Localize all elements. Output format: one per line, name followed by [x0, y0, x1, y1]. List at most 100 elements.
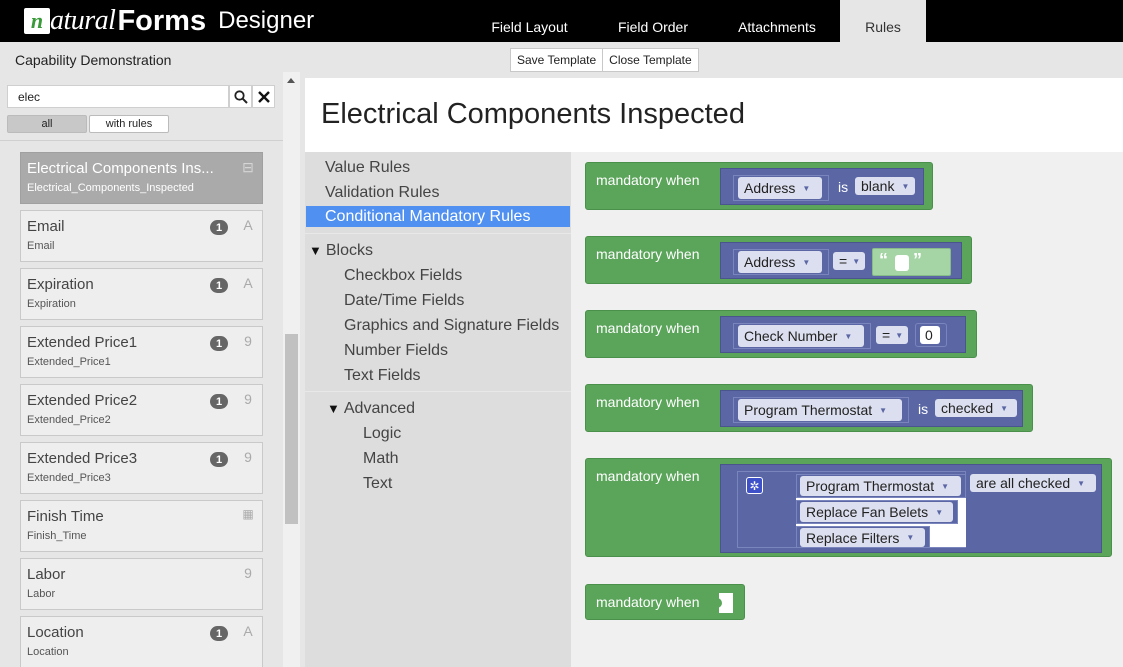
toolbox-blocks-category[interactable]: ▼ Blocks	[309, 242, 373, 260]
field-item-labor[interactable]: Labor Labor 9	[20, 558, 263, 610]
field-condition-block[interactable]: Program Thermostat ▼ is checked ▼	[720, 390, 1023, 427]
field-dropdown-value: Program Thermostat	[806, 478, 935, 494]
toolbox-conditional-mandatory-rules[interactable]: Conditional Mandatory Rules	[306, 206, 570, 227]
mandatory-when-block[interactable]: mandatory when Address ▼ = ▼ “ ”	[585, 236, 972, 284]
field-dropdown[interactable]: Replace Fan Belets ▼	[800, 502, 953, 522]
expand-triangle-icon: ▼	[309, 243, 322, 258]
field-dropdown-value: Address	[744, 180, 796, 196]
field-dropdown[interactable]: Replace Filters ▼	[800, 528, 925, 547]
close-template-button[interactable]: Close Template	[603, 48, 699, 72]
rule-count-badge: 1	[210, 394, 228, 409]
mandatory-when-block-empty[interactable]: mandatory when	[585, 584, 745, 620]
checkbox-group-icon: ⊟	[242, 159, 254, 175]
field-id: Email	[27, 240, 55, 252]
filter-all-button[interactable]: all	[7, 115, 87, 133]
field-selector-block[interactable]: Replace Fan Belets ▼	[796, 500, 958, 524]
scroll-up-arrow-icon[interactable]	[287, 78, 295, 83]
field-item-finish-time[interactable]: Finish Time Finish_Time ▦	[20, 500, 263, 552]
operator-dropdown-value: =	[839, 253, 848, 269]
field-selector-block[interactable]: Address ▼	[733, 249, 829, 275]
field-dropdown-value: Address	[744, 254, 796, 270]
toolbox-number-fields[interactable]: Number Fields	[344, 342, 448, 360]
field-list-block[interactable]: ✲ Program Thermostat ▼ Replace Fan Belets…	[737, 471, 966, 548]
compare-block[interactable]: Check Number ▼ = ▼ 0	[720, 316, 966, 353]
field-dropdown-value: Replace Filters	[806, 529, 900, 546]
text-value-block[interactable]: “ ”	[872, 248, 951, 276]
field-dropdown[interactable]: Address ▼	[738, 251, 822, 273]
gear-icon[interactable]: ✲	[746, 477, 763, 494]
field-dropdown-value: Replace Fan Belets	[806, 504, 929, 520]
number-value-block[interactable]: 0	[915, 323, 947, 347]
condition-dropdown[interactable]: blank ▼	[855, 177, 915, 195]
field-selector-block[interactable]: Check Number ▼	[733, 323, 871, 349]
text-value-input[interactable]	[895, 255, 909, 271]
field-id: Extended_Price3	[27, 472, 111, 484]
field-condition-block[interactable]: Address ▼ is blank ▼	[720, 168, 924, 205]
operator-label: is	[918, 401, 929, 417]
field-search-input[interactable]: elec	[7, 85, 229, 108]
mandatory-when-block[interactable]: mandatory when Address ▼ is blank ▼	[585, 162, 933, 210]
toolbox-checkbox-fields[interactable]: Checkbox Fields	[344, 267, 462, 285]
multi-field-condition-block[interactable]: ✲ Program Thermostat ▼ Replace Fan Belets…	[720, 464, 1102, 553]
toolbox-graphics-signature-fields[interactable]: Graphics and Signature Fields	[344, 317, 559, 335]
field-title: Finish Time	[27, 508, 104, 525]
mandatory-when-block[interactable]: mandatory when Program Thermostat ▼ is ch…	[585, 384, 1033, 432]
mandatory-when-label: mandatory when	[596, 594, 700, 610]
field-item-electrical-components[interactable]: Electrical Components Ins... Electrical_…	[20, 152, 263, 204]
field-dropdown[interactable]: Check Number ▼	[738, 325, 864, 347]
clear-search-button[interactable]	[252, 85, 275, 108]
condition-dropdown[interactable]: are all checked ▼	[970, 474, 1096, 492]
field-selector-block[interactable]: Replace Filters ▼	[796, 526, 930, 548]
dropdown-arrow-icon: ▼	[852, 256, 861, 266]
mandatory-when-label: mandatory when	[596, 246, 700, 262]
operator-dropdown[interactable]: = ▼	[833, 252, 865, 270]
tab-field-order[interactable]: Field Order	[592, 0, 714, 42]
template-button-group: Save Template Close Template	[510, 48, 699, 72]
toolbox-text[interactable]: Text	[363, 475, 392, 493]
field-dropdown[interactable]: Program Thermostat ▼	[738, 399, 902, 421]
field-dropdown[interactable]: Address ▼	[738, 177, 822, 199]
field-item-extended-price2[interactable]: Extended Price2 Extended_Price2 1 9	[20, 384, 263, 436]
number-value-input[interactable]: 0	[920, 326, 940, 344]
text-type-icon: A	[243, 217, 253, 233]
dropdown-arrow-icon: ▼	[1077, 478, 1086, 488]
toolbox-math[interactable]: Math	[363, 450, 399, 468]
toolbox-advanced-category[interactable]: ▼ Advanced	[327, 400, 415, 418]
field-dropdown[interactable]: Program Thermostat ▼	[800, 476, 961, 496]
toolbox-validation-rules[interactable]: Validation Rules	[325, 184, 439, 202]
expand-triangle-icon: ▼	[327, 401, 340, 416]
close-icon	[257, 90, 270, 103]
save-template-button[interactable]: Save Template	[510, 48, 604, 72]
sidebar-scrollbar[interactable]	[283, 72, 300, 667]
filter-with-rules-button[interactable]: with rules	[89, 115, 169, 133]
toolbox-value-rules[interactable]: Value Rules	[325, 159, 410, 177]
close-quote: ”	[913, 250, 922, 270]
logo-natural-text: atural	[50, 5, 116, 36]
toolbox-logic[interactable]: Logic	[363, 425, 401, 443]
mandatory-when-block[interactable]: mandatory when Check Number ▼ = ▼ 0	[585, 310, 977, 358]
tab-rules[interactable]: Rules	[840, 0, 926, 42]
field-item-extended-price1[interactable]: Extended Price1 Extended_Price1 1 9	[20, 326, 263, 378]
toolbox-datetime-fields[interactable]: Date/Time Fields	[344, 292, 464, 310]
blockly-workspace[interactable]: mandatory when Address ▼ is blank ▼ mandat…	[571, 152, 1123, 667]
toolbox-text-fields[interactable]: Text Fields	[344, 367, 420, 385]
field-item-extended-price3[interactable]: Extended Price3 Extended_Price3 1 9	[20, 442, 263, 494]
form-name: Capability Demonstration	[15, 52, 172, 68]
tab-attachments[interactable]: Attachments	[714, 0, 840, 42]
dropdown-arrow-icon: ▼	[901, 181, 910, 191]
rule-count-badge: 1	[210, 626, 228, 641]
field-selector-block[interactable]: Program Thermostat ▼	[796, 474, 966, 498]
tab-field-layout[interactable]: Field Layout	[467, 0, 592, 42]
compare-block[interactable]: Address ▼ = ▼ “ ”	[720, 242, 962, 279]
search-button[interactable]	[229, 85, 252, 108]
mandatory-when-block[interactable]: mandatory when ✲ Program Thermostat ▼ Rep…	[585, 458, 1112, 557]
field-item-expiration[interactable]: Expiration Expiration 1 A	[20, 268, 263, 320]
field-item-location[interactable]: Location Location 1 A	[20, 616, 263, 667]
field-selector-block[interactable]: Program Thermostat ▼	[733, 397, 909, 423]
condition-dropdown[interactable]: checked ▼	[935, 399, 1017, 417]
field-id: Expiration	[27, 298, 76, 310]
field-selector-block[interactable]: Address ▼	[733, 175, 829, 201]
field-item-email[interactable]: Email Email 1 A	[20, 210, 263, 262]
operator-dropdown[interactable]: = ▼	[876, 326, 908, 344]
scroll-thumb[interactable]	[285, 334, 298, 524]
